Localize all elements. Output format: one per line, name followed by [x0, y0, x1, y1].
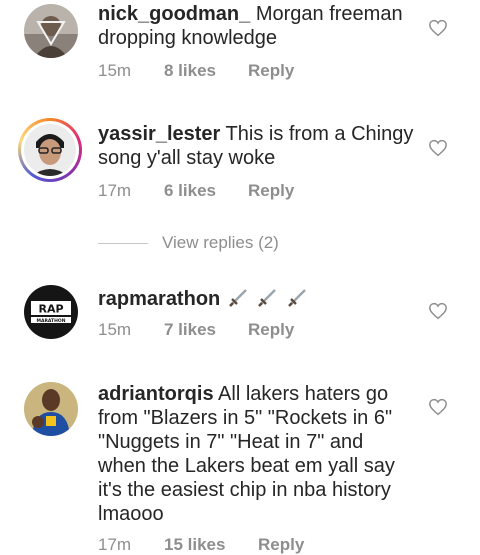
avatar[interactable]	[18, 118, 82, 182]
heart-icon[interactable]	[428, 302, 448, 320]
logo-text: RAP	[38, 303, 63, 316]
likes-count[interactable]: 7 likes	[164, 320, 248, 340]
likes-count[interactable]: 6 likes	[164, 181, 248, 201]
comment-text: adriantorqis All lakers haters go from "…	[98, 382, 416, 526]
timestamp: 17m	[98, 535, 132, 554]
reply-button[interactable]: Reply	[248, 61, 294, 81]
reply-button[interactable]: Reply	[258, 535, 304, 555]
comment-text: nick_goodman_ Morgan freeman dropping kn…	[98, 2, 416, 50]
comment-meta: 15m 7 likes Reply	[98, 320, 294, 340]
username[interactable]: rapmarathon	[98, 288, 220, 310]
avatar[interactable]: RAP MARATHON	[24, 285, 78, 339]
avatar[interactable]	[24, 382, 78, 436]
heart-icon[interactable]	[428, 139, 448, 157]
likes-count[interactable]: 8 likes	[164, 61, 248, 81]
dagger-emoji	[226, 288, 309, 310]
username[interactable]: nick_goodman_	[98, 3, 250, 25]
comment-meta: 17m 15 likes Reply	[98, 535, 304, 555]
reply-button[interactable]: Reply	[248, 181, 294, 201]
avatar[interactable]	[24, 4, 78, 58]
comment-text: rapmarathon	[98, 286, 416, 311]
comment-meta: 17m 6 likes Reply	[98, 181, 294, 201]
heart-icon[interactable]	[428, 19, 448, 37]
person-avatar-icon	[24, 4, 78, 58]
view-replies-button[interactable]: View replies (2)	[98, 233, 279, 253]
comment-text: yassir_lester This is from a Chingy song…	[98, 122, 416, 170]
username[interactable]: adriantorqis	[98, 383, 214, 405]
comment-meta: 15m 8 likes Reply	[98, 61, 294, 81]
heart-icon[interactable]	[428, 398, 448, 416]
rapmarathon-logo-icon: RAP MARATHON	[24, 285, 78, 339]
reply-button[interactable]: Reply	[248, 320, 294, 340]
timestamp: 17m	[98, 181, 132, 200]
timestamp: 15m	[98, 61, 132, 80]
likes-count[interactable]: 15 likes	[164, 535, 248, 555]
timestamp: 15m	[98, 320, 132, 339]
divider	[98, 242, 148, 244]
view-replies-label: View replies (2)	[162, 233, 279, 252]
logo-subtext: MARATHON	[37, 318, 66, 324]
player-avatar-icon	[24, 382, 78, 436]
username[interactable]: yassir_lester	[98, 123, 220, 145]
person-avatar-icon	[24, 124, 76, 176]
